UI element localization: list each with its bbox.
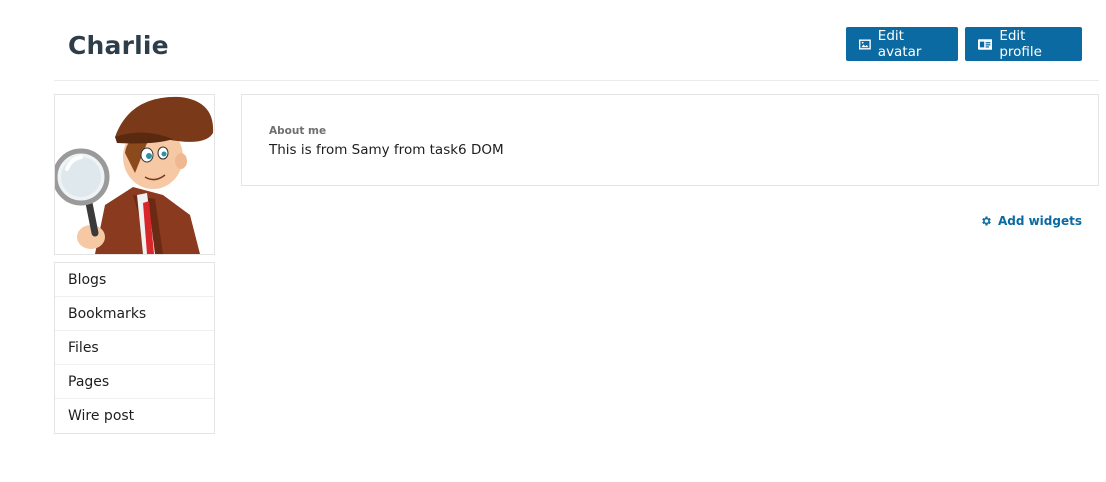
- gear-icon: [982, 216, 991, 226]
- owner-menu: Blogs Bookmarks Files Pages Wire post: [54, 262, 215, 434]
- menu-item-wire-post[interactable]: Wire post: [55, 399, 214, 433]
- add-widgets-link[interactable]: Add widgets: [980, 214, 1082, 228]
- add-widgets-label: Add widgets: [997, 214, 1082, 228]
- edit-profile-button[interactable]: Edit profile: [965, 27, 1082, 61]
- menu-item-bookmarks[interactable]: Bookmarks: [55, 297, 214, 331]
- about-me-text: This is from Samy from task6 DOM: [269, 142, 504, 158]
- menu-item-pages[interactable]: Pages: [55, 365, 214, 399]
- id-card-icon: [978, 38, 993, 50]
- about-me-label: About me: [269, 125, 327, 137]
- menu-item-blogs[interactable]: Blogs: [55, 263, 214, 297]
- about-me-panel: About me This is from Samy from task6 DO…: [241, 94, 1099, 186]
- edit-profile-label: Edit profile: [999, 28, 1042, 60]
- page-title: Charlie: [68, 31, 169, 60]
- menu-item-files[interactable]: Files: [55, 331, 214, 365]
- edit-avatar-button[interactable]: Edit avatar: [846, 27, 958, 61]
- image-icon: [859, 39, 871, 49]
- page-header: Charlie Edit avatar Edit profile: [54, 0, 1099, 81]
- detective-avatar-image: [55, 96, 214, 254]
- avatar[interactable]: [54, 94, 215, 255]
- edit-avatar-label: Edit avatar: [877, 28, 922, 60]
